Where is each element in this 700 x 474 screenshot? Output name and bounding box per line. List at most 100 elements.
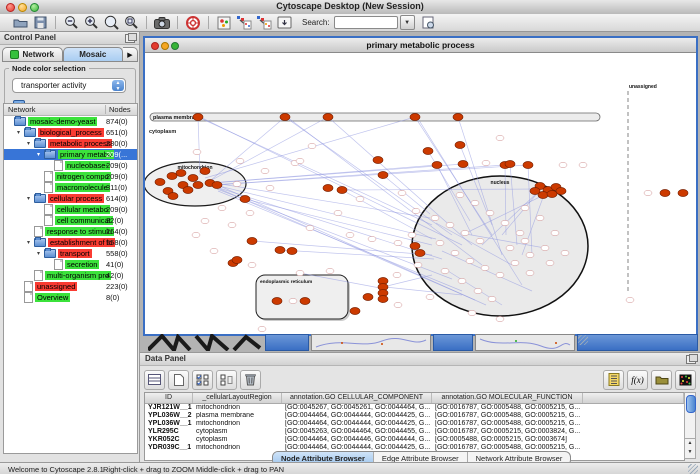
node-unselected[interactable] <box>441 268 449 273</box>
node-unselected[interactable] <box>412 208 420 213</box>
import-attributes-button[interactable] <box>651 370 672 390</box>
node-unselected[interactable] <box>289 298 297 303</box>
node-selected[interactable] <box>455 142 465 149</box>
vizmapper-button[interactable] <box>214 15 234 31</box>
table-row[interactable]: YKR052Ccytoplasm[GO:0044464, GO:0044446,… <box>145 436 684 444</box>
zoom-selected-button[interactable] <box>121 15 141 31</box>
tree-row[interactable]: nucleobase-209(0) <box>4 160 137 171</box>
advanced-search-button[interactable] <box>419 15 439 31</box>
node-unselected[interactable] <box>471 200 479 205</box>
delete-attribute-button[interactable] <box>240 370 261 390</box>
frame-titlebar[interactable]: primary metabolic process <box>145 38 696 53</box>
node-unselected[interactable] <box>541 245 549 250</box>
node-selected[interactable] <box>280 114 290 121</box>
node-selected[interactable] <box>547 191 557 198</box>
save-button[interactable] <box>30 15 50 31</box>
node-unselected[interactable] <box>626 297 634 302</box>
background-window[interactable] <box>475 334 575 351</box>
table-scrollbar[interactable]: ▲▼ <box>684 392 696 459</box>
tree-node-label[interactable]: establishment of lo <box>48 238 115 247</box>
tree-node-label[interactable]: secretion <box>65 260 99 269</box>
table-cell[interactable]: [GO:0016787, GO:0005488, GO:0005215, G..… <box>432 412 583 420</box>
tree-node-label[interactable]: cellular process <box>48 194 104 203</box>
node-unselected[interactable] <box>488 296 496 301</box>
tree-row[interactable]: macromolecule311(0) <box>4 182 137 193</box>
node-unselected[interactable] <box>296 270 304 275</box>
table-cell[interactable]: YDR039C__1 <box>145 444 193 452</box>
node-unselected[interactable] <box>458 278 466 283</box>
node-unselected[interactable] <box>308 143 316 148</box>
node-selected[interactable] <box>193 182 203 189</box>
table-cell[interactable]: mitochondrion <box>193 420 282 428</box>
tree-row[interactable]: ▾transport558(0) <box>4 248 137 259</box>
node-unselected[interactable] <box>192 232 200 237</box>
node-selected[interactable] <box>453 114 463 121</box>
node-selected[interactable] <box>660 190 670 197</box>
table-cell[interactable]: [GO:0045267, GO:0045261, GO:0044464, G..… <box>282 404 432 412</box>
matrix-view-button[interactable] <box>675 370 696 390</box>
node-unselected[interactable] <box>393 272 401 277</box>
background-window[interactable] <box>265 334 309 351</box>
node-selected[interactable] <box>200 168 210 175</box>
function-builder-button[interactable]: f(x) <box>627 370 648 390</box>
column-header[interactable]: annotation.GO MOLECULAR_FUNCTION <box>432 393 583 403</box>
node-selected[interactable] <box>378 296 388 303</box>
node-selected[interactable] <box>168 193 178 200</box>
node-unselected[interactable] <box>486 210 494 215</box>
node-selected[interactable] <box>287 248 297 255</box>
zoom-fit-button[interactable] <box>101 15 121 31</box>
node-unselected[interactable] <box>218 205 226 210</box>
node-selected[interactable] <box>432 162 442 169</box>
table-cell[interactable]: YPL036W__2 <box>145 412 193 420</box>
expand-arrow-icon[interactable]: ▾ <box>17 129 24 136</box>
node-selected[interactable] <box>323 185 333 192</box>
node-unselected[interactable] <box>496 316 504 321</box>
node-unselected[interactable] <box>248 262 256 267</box>
node-unselected[interactable] <box>408 232 416 237</box>
node-unselected[interactable] <box>466 258 474 263</box>
expand-arrow-icon[interactable]: ▾ <box>27 140 34 147</box>
node-selected[interactable] <box>275 247 285 254</box>
node-unselected[interactable] <box>246 210 254 215</box>
node-unselected[interactable] <box>451 250 459 255</box>
node-selected[interactable] <box>193 114 203 121</box>
table-row[interactable]: YJR121W__1mitochondrion[GO:0045267, GO:0… <box>145 404 684 412</box>
node-unselected[interactable] <box>236 158 244 163</box>
table-row[interactable]: YPL036W__2plasma membrane[GO:0044464, GO… <box>145 412 684 420</box>
float-panel-icon[interactable] <box>125 34 135 43</box>
node-selected[interactable] <box>183 187 193 194</box>
tab-overflow-button[interactable]: ▶ <box>123 47 138 62</box>
tree-row[interactable]: unassigned223(0) <box>4 281 137 292</box>
node-selected[interactable] <box>240 196 250 203</box>
table-cell[interactable]: mitochondrion <box>193 404 282 412</box>
tree-row[interactable]: secretion41(0) <box>4 259 137 270</box>
tree-node-label[interactable]: response to stimulu <box>45 227 114 236</box>
node-unselected[interactable] <box>446 222 454 227</box>
float-panel-icon[interactable] <box>686 355 696 364</box>
network-canvas[interactable]: plasma membranecytoplasmmitochondrionnuc… <box>145 53 696 334</box>
node-selected[interactable] <box>556 188 566 195</box>
node-unselected[interactable] <box>521 238 529 243</box>
node-selected[interactable] <box>410 243 420 250</box>
edge[interactable] <box>212 164 463 183</box>
tree-row[interactable]: ▾cellular process614(0) <box>4 193 137 204</box>
node-unselected[interactable] <box>536 215 544 220</box>
zoom-in-button[interactable] <box>81 15 101 31</box>
node-unselected[interactable] <box>326 268 334 273</box>
node-selected[interactable] <box>350 308 360 315</box>
tree-node-label[interactable]: nucleobase- <box>65 161 110 170</box>
node-selected[interactable] <box>458 161 468 168</box>
node-color-dropdown[interactable]: transporter activity ▲▼ <box>12 78 126 93</box>
background-window[interactable] <box>433 334 473 351</box>
table-cell[interactable]: YPL036W__1 <box>145 420 193 428</box>
node-unselected[interactable] <box>266 185 274 190</box>
node-selected[interactable] <box>337 187 347 194</box>
resize-grip-icon[interactable] <box>578 335 588 345</box>
tree-row[interactable]: ▾metabolic process280(0) <box>4 138 137 149</box>
node-unselected[interactable] <box>414 262 422 267</box>
table-cell[interactable]: YKR052C <box>145 436 193 444</box>
node-selected[interactable] <box>523 162 533 169</box>
node-unselected[interactable] <box>456 192 464 197</box>
node-selected[interactable] <box>410 114 420 121</box>
node-unselected[interactable] <box>296 158 304 163</box>
